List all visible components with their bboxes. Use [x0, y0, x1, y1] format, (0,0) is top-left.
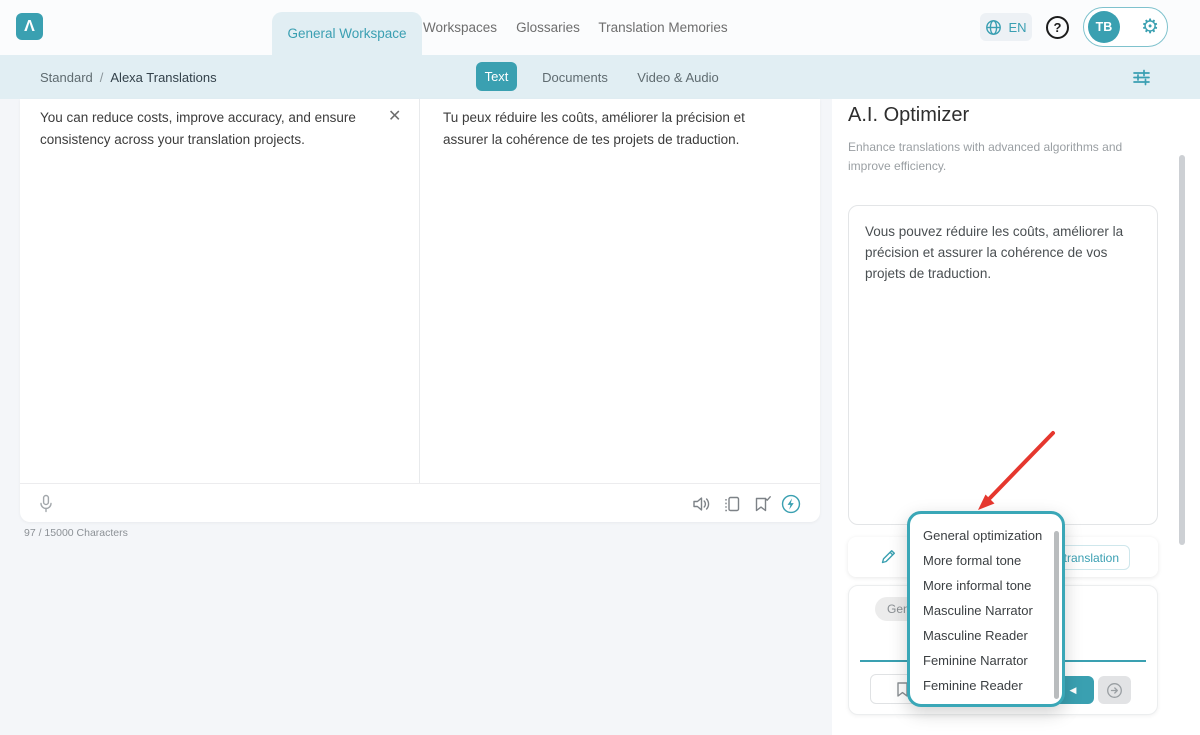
ai-optimizer-toggle-icon[interactable]: [781, 494, 801, 514]
view-tab-text[interactable]: Text: [476, 62, 517, 91]
panel-subtitle: Enhance translations with advanced algor…: [848, 138, 1148, 176]
logo-glyph: Λ: [24, 18, 35, 36]
microphone-icon[interactable]: [36, 494, 56, 514]
copy-icon[interactable]: [722, 494, 742, 514]
language-code: EN: [1008, 20, 1026, 35]
dropdown-option-feminine-reader[interactable]: Feminine Reader: [910, 673, 1062, 698]
tab-label: Glossaries: [516, 20, 580, 35]
pane-divider: [419, 99, 420, 483]
breadcrumb-current: Alexa Translations: [110, 70, 216, 85]
source-text-input[interactable]: You can reduce costs, improve accuracy, …: [40, 107, 380, 151]
dropdown-option-more-formal-tone[interactable]: More formal tone: [910, 548, 1062, 573]
breadcrumb: Standard / Alexa Translations: [40, 55, 217, 99]
dropdown-option-masculine-narrator[interactable]: Masculine Narrator: [910, 598, 1062, 623]
view-tab-label: Documents: [542, 70, 608, 85]
breadcrumb-root[interactable]: Standard: [40, 70, 93, 85]
tab-translation-memories[interactable]: Translation Memories: [598, 0, 728, 55]
help-button[interactable]: ?: [1046, 16, 1069, 39]
translated-text-output: Tu peux réduire les coûts, améliorer la …: [443, 107, 793, 151]
dropdown-option-more-informal-tone[interactable]: More informal tone: [910, 573, 1062, 598]
tab-glossaries[interactable]: Glossaries: [515, 0, 581, 55]
dropdown-option-feminine-narrator[interactable]: Feminine Narrator: [910, 648, 1062, 673]
view-tab-label: Video & Audio: [637, 70, 718, 85]
avatar-initials: TB: [1096, 20, 1113, 34]
left-caret-icon: ◀: [1070, 685, 1077, 696]
submit-arrow-button[interactable]: [1098, 676, 1131, 704]
dropdown-scrollbar[interactable]: [1054, 531, 1059, 699]
clear-source-icon[interactable]: ✕: [388, 106, 401, 126]
character-counter: 97 / 15000 Characters: [24, 527, 128, 539]
optimization-dropdown: General optimization More formal tone Mo…: [907, 511, 1065, 707]
avatar[interactable]: TB: [1088, 11, 1120, 43]
edit-pencil-icon[interactable]: [880, 548, 897, 565]
bookmark-check-icon[interactable]: [752, 494, 772, 514]
breadcrumb-separator: /: [100, 70, 104, 85]
tab-label: General Workspace: [287, 26, 406, 41]
translation-editor-card: [20, 99, 820, 522]
help-glyph: ?: [1054, 20, 1062, 35]
panel-scrollbar[interactable]: [1179, 155, 1185, 545]
globe-icon: [985, 19, 1002, 36]
view-tab-video-audio[interactable]: Video & Audio: [636, 55, 720, 99]
annotation-arrow: [950, 415, 1070, 515]
view-tab-label: Text: [485, 69, 509, 84]
profile-menu[interactable]: TB ⚙: [1083, 7, 1168, 47]
language-selector[interactable]: EN: [980, 13, 1032, 41]
tab-label: Workspaces: [423, 20, 497, 35]
app-logo[interactable]: Λ: [16, 13, 43, 40]
tab-workspaces[interactable]: Workspaces: [425, 0, 495, 55]
tab-general-workspace[interactable]: General Workspace: [272, 12, 422, 55]
panel-title: A.I. Optimizer: [848, 104, 969, 127]
speaker-icon[interactable]: [691, 494, 711, 514]
toolbar-divider: [20, 483, 820, 484]
dropdown-option-general-optimization[interactable]: General optimization: [910, 523, 1062, 548]
tab-label: Translation Memories: [598, 20, 727, 35]
filter-settings-icon[interactable]: [1131, 67, 1152, 88]
dropdown-option-masculine-reader[interactable]: Masculine Reader: [910, 623, 1062, 648]
settings-gear-icon[interactable]: ⚙: [1141, 17, 1159, 37]
view-tab-documents[interactable]: Documents: [541, 55, 609, 99]
